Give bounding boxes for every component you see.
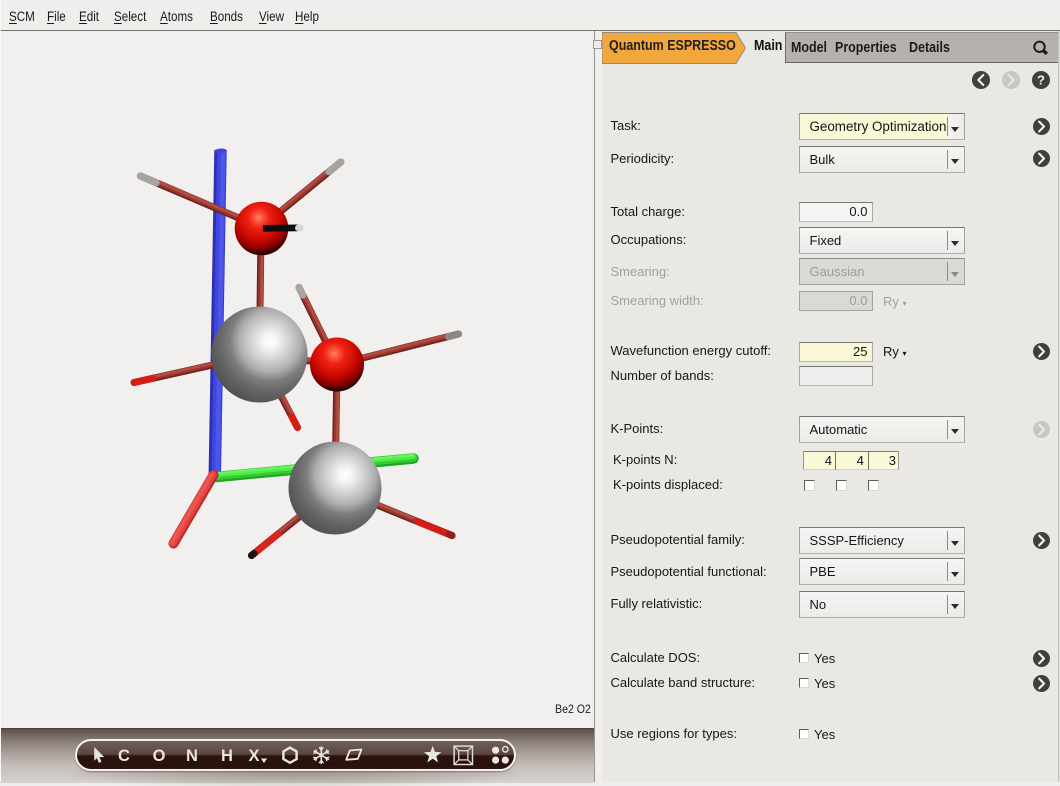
svg-text:?: ? (1037, 72, 1045, 87)
